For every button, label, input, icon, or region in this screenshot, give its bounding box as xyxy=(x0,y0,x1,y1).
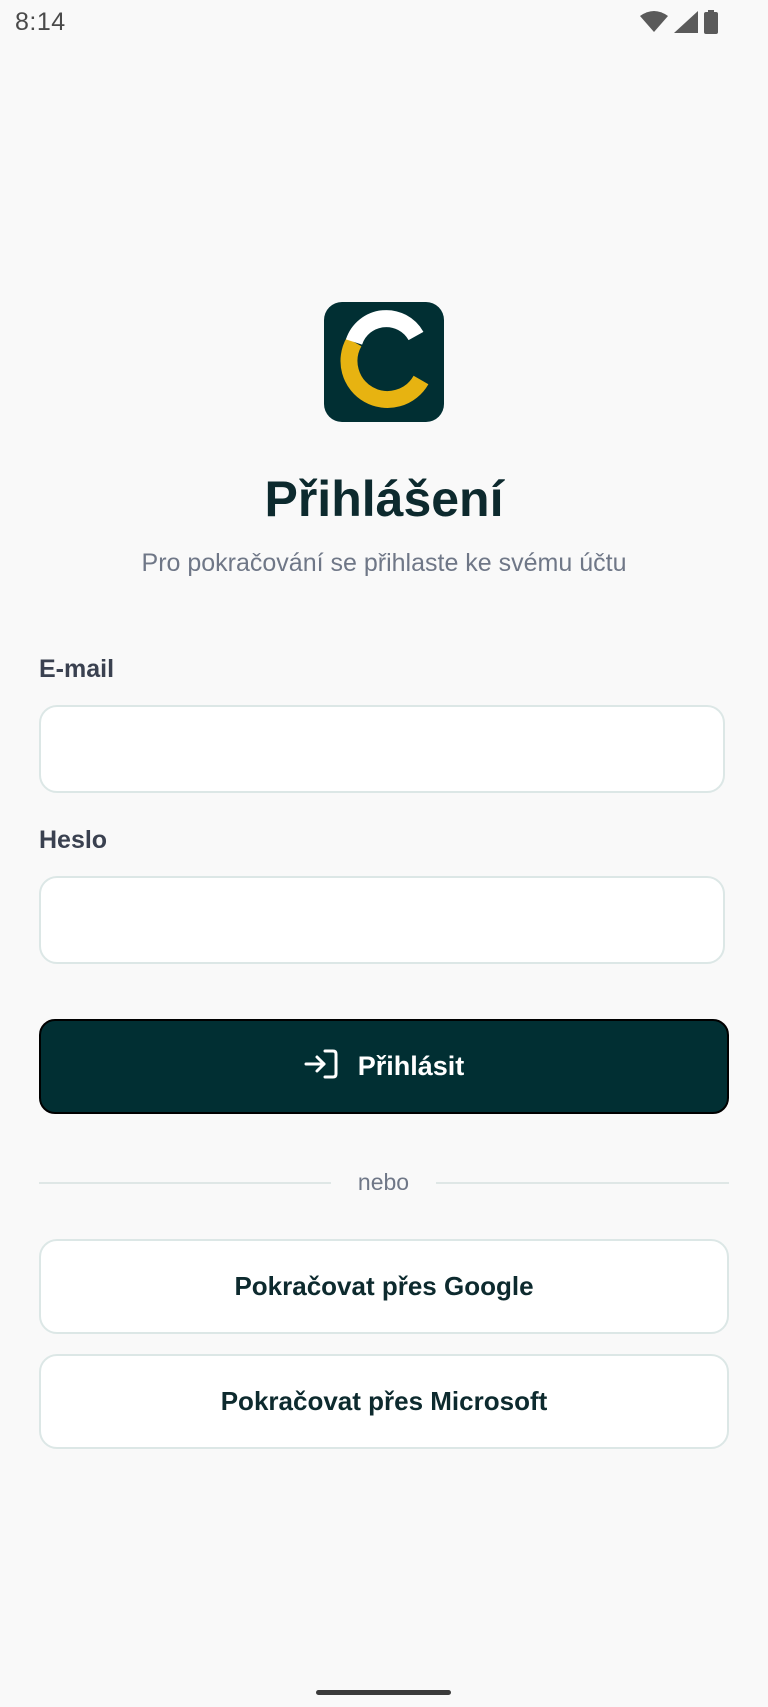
password-field[interactable] xyxy=(39,876,725,964)
divider-left xyxy=(39,1182,331,1184)
c-logo-icon xyxy=(324,300,444,425)
page-title: Přihlášení xyxy=(264,471,504,527)
google-login-label: Pokračovat přes Google xyxy=(234,1271,534,1301)
signal-icon xyxy=(674,11,698,33)
login-button-label: Přihlásit xyxy=(357,1051,465,1081)
page-subtitle: Pro pokračování se přihlaste ke svému úč… xyxy=(141,549,627,577)
microsoft-login-label: Pokračovat přes Microsoft xyxy=(220,1386,548,1416)
email-field[interactable] xyxy=(39,705,725,793)
google-login-button[interactable]: Pokračovat přes Google xyxy=(39,1239,729,1334)
status-time: 8:14 xyxy=(15,8,66,36)
password-label: Heslo xyxy=(39,826,108,854)
login-button[interactable]: Přihlásit xyxy=(39,1019,729,1114)
battery-icon xyxy=(704,10,718,34)
app-logo xyxy=(324,302,444,422)
divider-text: nebo xyxy=(357,1169,410,1195)
status-bar: 8:14 xyxy=(0,0,768,48)
status-icons xyxy=(640,10,718,34)
wifi-icon xyxy=(640,11,668,33)
email-label: E-mail xyxy=(39,655,115,683)
home-indicator[interactable] xyxy=(316,1690,451,1695)
login-arrow-icon xyxy=(304,1049,338,1084)
divider-right xyxy=(436,1182,729,1184)
microsoft-login-button[interactable]: Pokračovat přes Microsoft xyxy=(39,1354,729,1449)
